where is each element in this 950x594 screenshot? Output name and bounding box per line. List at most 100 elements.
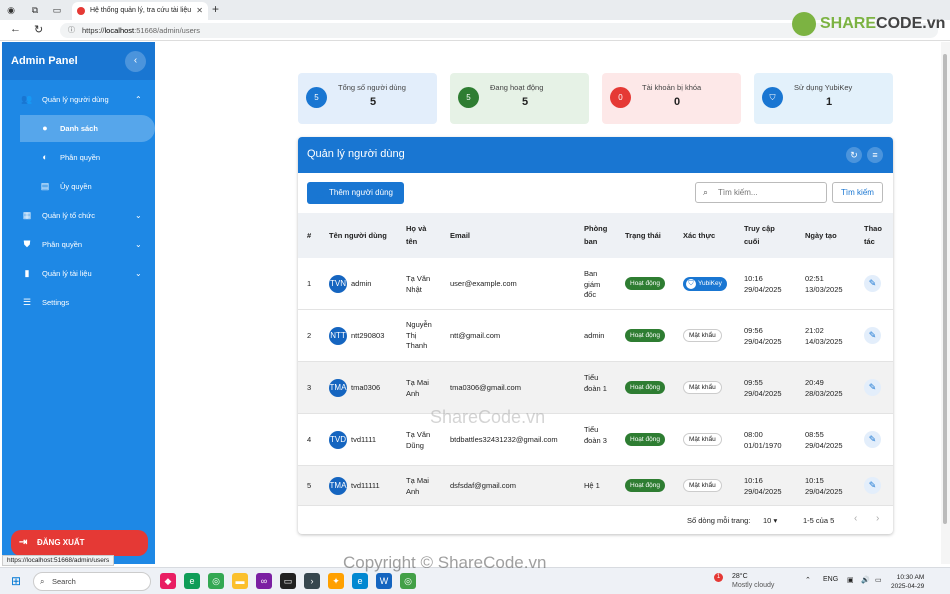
last-access: 10:16 29/04/2025 bbox=[744, 476, 782, 496]
column-header-email: Email bbox=[450, 231, 471, 240]
search-input[interactable] bbox=[695, 182, 827, 203]
temperature: 28°C bbox=[732, 573, 748, 580]
sidebar-title: Admin Panel bbox=[11, 55, 78, 67]
status-badge: Hoạt động bbox=[625, 381, 665, 394]
sidebar-item-label: Quản lý tài liệu bbox=[42, 269, 92, 278]
email: ntt@gmail.com bbox=[450, 331, 501, 340]
page-scrollbar[interactable] bbox=[941, 42, 950, 564]
sidebar-item-user-management[interactable]: 👥 Quản lý người dùng ⌃ bbox=[2, 86, 155, 113]
column-header-last-access: Truy cập cuối bbox=[744, 224, 775, 246]
rows-per-page-label: Số dòng mỗi trang: bbox=[687, 516, 751, 525]
file-explorer-icon[interactable]: ▬ bbox=[232, 573, 248, 589]
stat-label: Đang hoạt động bbox=[490, 83, 544, 92]
logout-button[interactable]: ⇥ ĐĂNG XUẤT bbox=[11, 530, 148, 556]
next-page-icon[interactable]: › bbox=[876, 513, 879, 524]
department: Tiểu đoàn 1 bbox=[584, 373, 607, 393]
table-row: 1 TVN admin Tạ Văn Nhật user@example.com… bbox=[298, 258, 893, 310]
sidebar-item-documents[interactable]: ▮ Quản lý tài liệu ⌄ bbox=[2, 260, 155, 287]
created-date: 20:49 28/03/2025 bbox=[805, 378, 843, 398]
stat-label: Tổng số người dùng bbox=[338, 83, 406, 92]
battery-icon[interactable]: ▭ bbox=[875, 576, 882, 584]
created-date: 10:15 29/04/2025 bbox=[805, 476, 843, 496]
volume-icon[interactable]: 🔊 bbox=[861, 576, 870, 584]
edit-icon[interactable]: ✎ bbox=[864, 379, 881, 396]
taskbar-search[interactable]: ⌕ Search bbox=[33, 572, 151, 591]
terminal-icon[interactable]: ▭ bbox=[280, 573, 296, 589]
rows-per-page-select[interactable]: 10 ▾ bbox=[763, 516, 777, 525]
app-icon[interactable]: ✦ bbox=[328, 573, 344, 589]
users-icon: 👥 bbox=[21, 94, 33, 104]
sidebar-item-organization[interactable]: ▦ Quản lý tổ chức ⌄ bbox=[2, 202, 155, 229]
visual-studio-icon[interactable]: ∞ bbox=[256, 573, 272, 589]
column-header-auth: Xác thực bbox=[683, 231, 716, 240]
refresh-icon[interactable]: ↻ bbox=[846, 147, 862, 163]
sidebar-item-label: Quản lý tổ chức bbox=[42, 211, 95, 220]
system-clock[interactable]: 10:30 AM 2025-04-29 bbox=[891, 573, 924, 591]
edit-icon[interactable]: ✎ bbox=[864, 431, 881, 448]
fullname: Tạ Mai Anh bbox=[406, 476, 429, 496]
weather-badge: 1 bbox=[714, 573, 723, 582]
new-tab-icon[interactable]: + bbox=[212, 2, 219, 16]
sidebar-item-label: Ủy quyền bbox=[60, 182, 92, 191]
copilot-icon[interactable]: ◆ bbox=[160, 573, 176, 589]
chevron-down-icon: ⌄ bbox=[135, 211, 142, 220]
main-content: 5 Tổng số người dùng 5 5 Đang hoạt động … bbox=[155, 42, 941, 564]
clock-date: 2025-04-29 bbox=[891, 583, 925, 590]
logout-label: ĐĂNG XUẤT bbox=[37, 538, 85, 547]
yubikey-icon: ⛉ bbox=[686, 279, 696, 289]
scrollbar-thumb[interactable] bbox=[943, 54, 947, 524]
add-user-button[interactable]: 👤 Thêm người dùng bbox=[307, 182, 404, 204]
rows-per-page-value: 10 bbox=[763, 516, 772, 525]
browser-profile-icon[interactable]: ◉ bbox=[4, 3, 18, 17]
chevron-up-icon: ⌃ bbox=[135, 95, 142, 104]
weather-widget[interactable]: 1 28°C Mostly cloudy bbox=[714, 572, 774, 590]
sidebar-item-label: Phân quyền bbox=[42, 240, 83, 249]
edit-icon[interactable]: ✎ bbox=[864, 477, 881, 494]
column-header-fullname: Họ và tên bbox=[406, 224, 427, 246]
chrome-dev-icon[interactable]: ◎ bbox=[400, 573, 416, 589]
edit-icon[interactable]: ✎ bbox=[864, 275, 881, 292]
edit-icon[interactable]: ✎ bbox=[864, 327, 881, 344]
avatar: TVD bbox=[329, 431, 347, 449]
sidebar-header: Admin Panel ‹ bbox=[2, 42, 155, 80]
email: tma0306@gmail.com bbox=[450, 383, 521, 392]
clipboard-icon: ▤ bbox=[40, 181, 50, 191]
filter-icon[interactable]: ≡ bbox=[867, 147, 883, 163]
tray-chevron-icon[interactable]: ⌃ bbox=[805, 576, 811, 584]
collapse-sidebar-button[interactable]: ‹ bbox=[125, 51, 146, 72]
logo-text-share: SHARE bbox=[820, 15, 877, 32]
back-icon[interactable]: ← bbox=[10, 23, 21, 35]
site-info-icon[interactable]: ⓘ bbox=[68, 23, 75, 38]
avatar: TMA bbox=[329, 379, 347, 397]
workspaces-icon[interactable]: ⧉ bbox=[28, 3, 42, 17]
stat-card-locked-accounts: 0 Tài khoản bị khóa 0 bbox=[602, 73, 741, 124]
auth-badge-password: Mật khẩu bbox=[683, 433, 722, 446]
edge-icon[interactable]: e bbox=[184, 573, 200, 589]
sidebar-item-user-list[interactable]: ● Danh sách bbox=[20, 115, 155, 142]
word-icon[interactable]: W bbox=[376, 573, 392, 589]
logo-text: SHARECODE.vn bbox=[820, 15, 945, 33]
search-button[interactable]: Tìm kiếm bbox=[832, 182, 883, 203]
sidebar: Admin Panel ‹ 👥 Quản lý người dùng ⌃ ● D… bbox=[2, 42, 155, 564]
table-row: 5 TMA tvd11111 Tạ Mai Anh dsfsdaf@gmail.… bbox=[298, 466, 893, 506]
reload-icon[interactable]: ↻ bbox=[34, 23, 43, 36]
tab-actions-icon[interactable]: ▭ bbox=[50, 3, 64, 17]
table-pagination: Số dòng mỗi trang: 10 ▾ 1-5 của 5 ‹ › bbox=[298, 507, 893, 534]
account-settings-icon: ◐ bbox=[42, 152, 48, 162]
add-user-label: Thêm người dùng bbox=[329, 188, 393, 197]
sidebar-item-delegation[interactable]: ▤ Ủy quyền bbox=[2, 173, 155, 200]
browser-tab-active[interactable]: Hệ thống quản lý, tra cứu tài liệu ✕ bbox=[72, 2, 208, 20]
sidebar-item-settings[interactable]: ☰ Settings bbox=[2, 289, 155, 316]
cmd-icon[interactable]: › bbox=[304, 573, 320, 589]
sidebar-item-permissions[interactable]: ⛊ Phân quyền ⌄ bbox=[2, 231, 155, 258]
sidebar-item-label: Settings bbox=[42, 298, 70, 307]
language-indicator[interactable]: ENG bbox=[823, 576, 838, 583]
windows-start-icon[interactable]: ⊞ bbox=[11, 574, 21, 588]
sidebar-item-user-permissions[interactable]: ◐ Phân quyền bbox=[2, 144, 155, 171]
network-icon[interactable]: ▣ bbox=[847, 576, 854, 584]
chrome-icon[interactable]: ◎ bbox=[208, 573, 224, 589]
copyright-watermark: Copyright © ShareCode.vn bbox=[343, 553, 547, 572]
close-tab-icon[interactable]: ✕ bbox=[196, 2, 203, 20]
previous-page-icon[interactable]: ‹ bbox=[854, 513, 857, 524]
edge-dev-icon[interactable]: e bbox=[352, 573, 368, 589]
